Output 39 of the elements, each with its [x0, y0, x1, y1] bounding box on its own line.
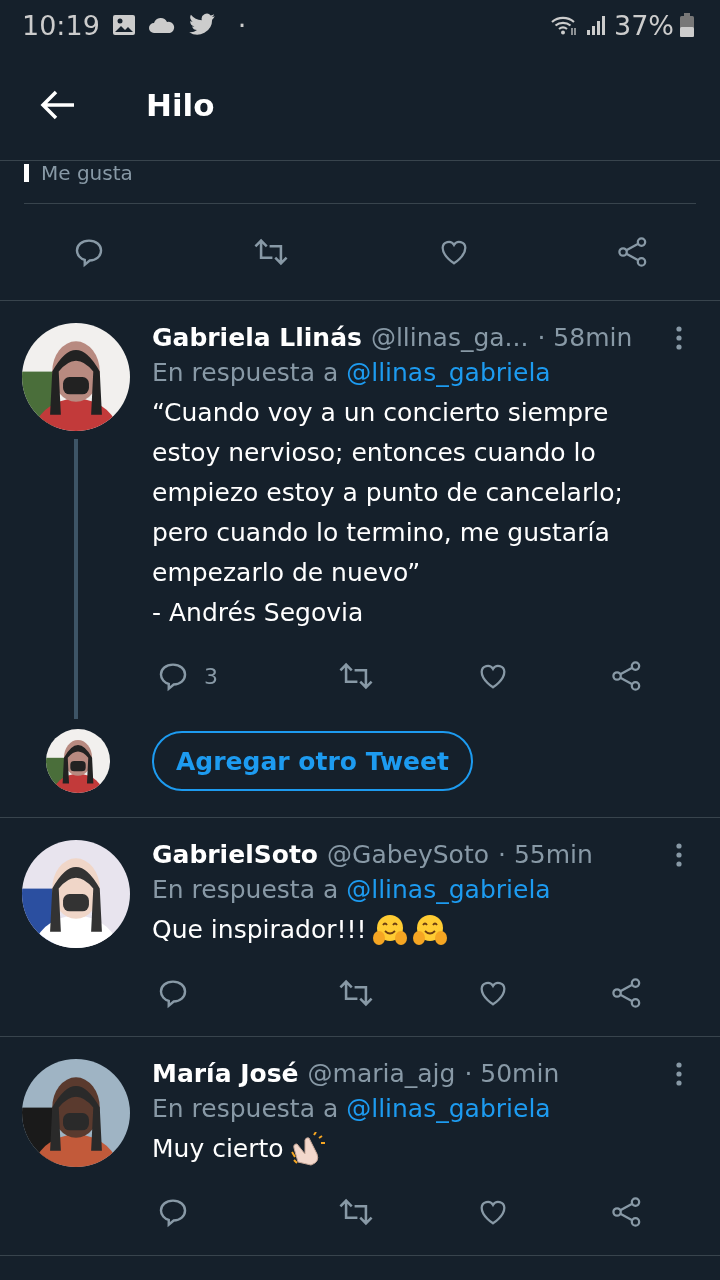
gallery-icon [111, 14, 136, 36]
timestamp: · 58min [537, 323, 633, 352]
author-handle: @maria_ajg [307, 1059, 456, 1088]
page-title: Hilo [146, 87, 215, 123]
mention-link[interactable]: @llinas_gabriela [346, 875, 551, 904]
battery-percent: 37% [614, 9, 674, 41]
cloud-icon [147, 16, 176, 34]
likes-label: Me gusta [41, 161, 133, 185]
more-options-icon[interactable] [674, 1060, 684, 1087]
reply-count: 3 [204, 663, 218, 689]
clapping-hands-icon [289, 1132, 326, 1166]
add-tweet-button[interactable]: Agregar otro Tweet [152, 731, 473, 791]
tweet-text: “Cuando voy a un concierto siempre estoy nervioso; entonces cuando lo empiezo estoy a punto de cancelarlo; pero cuando lo termino, me gustaría empezarlo de nuevo” [152, 397, 624, 589]
reply-context: En respuesta a [152, 358, 339, 387]
author-handle: @llinas_ga... [370, 323, 529, 352]
clock: 10:19 [22, 9, 100, 41]
bird-icon [187, 13, 216, 37]
reply-context: En respuesta a [152, 875, 339, 904]
stat-bar [24, 164, 29, 182]
tweet-text: - Andrés Segovia [152, 597, 364, 629]
author-name[interactable]: GabrielSoto [152, 840, 318, 869]
author-name[interactable]: Gabriela Llinás [152, 323, 362, 352]
notification-dot: · [237, 9, 247, 41]
hugging-face-icon [372, 914, 407, 946]
tweet-text: Que inspirador!!! [152, 914, 367, 946]
timestamp: · 55min [498, 840, 593, 869]
mention-link[interactable]: @llinas_gabriela [346, 358, 551, 387]
signal-icon [586, 14, 608, 36]
author-handle: @GabeySoto [327, 840, 489, 869]
reply-context: En respuesta a [152, 1094, 339, 1123]
back-arrow-icon[interactable] [40, 89, 76, 121]
author-name[interactable]: María José [152, 1059, 299, 1088]
timestamp: · 50min [464, 1059, 560, 1088]
more-options-icon[interactable] [674, 841, 684, 868]
mention-link[interactable]: @llinas_gabriela [346, 1094, 551, 1123]
tweet-text: Muy cierto [152, 1133, 284, 1165]
hugging-face-icon [412, 914, 447, 946]
more-options-icon[interactable] [674, 324, 684, 351]
battery-icon [680, 13, 694, 37]
